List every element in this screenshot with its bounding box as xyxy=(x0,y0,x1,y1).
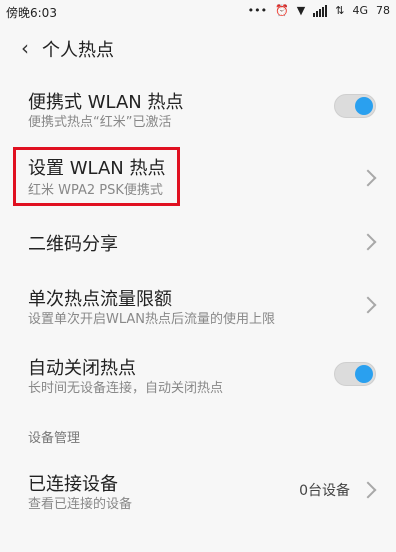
row-connected-devices[interactable]: 已连接设备 查看已连接的设备 0台设备 xyxy=(0,466,396,516)
toggle-knob xyxy=(355,365,373,383)
auto-close-toggle[interactable] xyxy=(334,362,376,386)
row-subtitle: 长时间无设备连接，自动关闭热点 xyxy=(28,381,224,396)
status-time: 傍晚6:03 xyxy=(6,6,57,20)
row-title: 二维码分享 xyxy=(28,234,118,255)
alarm-icon: ⏰ xyxy=(275,4,289,17)
chevron-right-icon xyxy=(359,296,377,314)
chevron-right-icon xyxy=(359,233,377,251)
page-title: 个人热点 xyxy=(42,40,114,61)
row-auto-close[interactable]: 自动关闭热点 长时间无设备连接，自动关闭热点 xyxy=(0,350,396,400)
page-header: ‹ 个人热点 xyxy=(0,24,396,72)
row-data-limit[interactable]: 单次热点流量限额 设置单次开启WLAN热点后流量的使用上限 xyxy=(0,281,396,331)
status-bar: 傍晚6:03 ••• ⏰ ▼ ⇅ 4G 78 xyxy=(0,0,396,24)
back-button[interactable]: ‹ xyxy=(14,36,36,60)
row-portable-hotspot[interactable]: 便携式 WLAN 热点 便携式热点“红米”已激活 xyxy=(0,82,396,142)
section-header: 设备管理 xyxy=(28,431,81,446)
chevron-right-icon xyxy=(359,169,377,187)
battery-level: 78 xyxy=(376,4,390,17)
highlight-box xyxy=(13,147,180,206)
chevron-right-icon xyxy=(359,481,377,499)
row-subtitle: 查看已连接的设备 xyxy=(28,497,133,512)
network-type: 4G xyxy=(352,4,368,17)
row-subtitle: 便携式热点“红米”已激活 xyxy=(28,115,172,130)
chevron-left-icon: ‹ xyxy=(21,36,29,60)
dots-icon: ••• xyxy=(247,4,268,17)
toggle-knob xyxy=(355,97,373,115)
row-subtitle: 设置单次开启WLAN热点后流量的使用上限 xyxy=(28,312,276,327)
status-icons: ••• ⏰ ▼ ⇅ 4G 78 xyxy=(248,4,390,18)
device-count: 0台设备 xyxy=(299,483,350,499)
data-transfer-icon: ⇅ xyxy=(335,4,345,17)
hotspot-toggle[interactable] xyxy=(334,94,376,118)
wifi-icon: ▼ xyxy=(296,4,306,17)
row-qr-share[interactable]: 二维码分享 xyxy=(0,222,396,262)
signal-icon xyxy=(313,5,328,17)
